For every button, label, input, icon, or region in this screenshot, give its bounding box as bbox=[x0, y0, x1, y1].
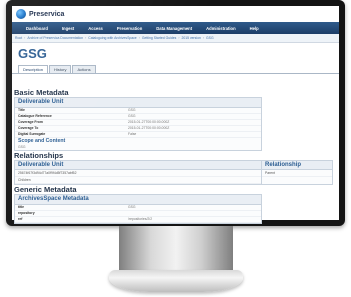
metadata-key: Catalogue Reference bbox=[18, 114, 52, 118]
breadcrumb-separator-icon: › bbox=[138, 36, 140, 40]
breadcrumb-item[interactable]: Root bbox=[15, 36, 22, 40]
breadcrumb-separator-icon: › bbox=[24, 36, 26, 40]
monitor-stand-neck bbox=[119, 226, 233, 274]
page-title: GSG bbox=[18, 46, 47, 61]
tab-history[interactable]: History bbox=[49, 65, 72, 73]
breadcrumb-item[interactable]: GSG bbox=[206, 36, 214, 40]
tab-description[interactable]: Description bbox=[18, 65, 49, 73]
metadata-key: repository bbox=[18, 211, 35, 215]
breadcrumb-item[interactable]: Archive of Preservica Documentation bbox=[27, 36, 83, 40]
metadata-value: 2015-01-27T00:00:00.000Z bbox=[128, 120, 170, 124]
deliverable-unit-panel: Deliverable Unit Title GSG Catalogue Ref… bbox=[14, 97, 262, 151]
breadcrumb-item[interactable]: 2015 version bbox=[181, 36, 200, 40]
archivesspace-panel: ArchivesSpace Metadata title GSG reposit… bbox=[14, 194, 262, 224]
preservica-logo-icon bbox=[16, 9, 26, 19]
nav-help[interactable]: Help bbox=[250, 26, 259, 31]
archivesspace-title: ArchivesSpace Metadata bbox=[15, 195, 261, 205]
scope-content-value: GSG bbox=[18, 145, 26, 149]
app-header: Preservica bbox=[12, 6, 339, 22]
metadata-key: Title bbox=[18, 108, 25, 112]
relationship-type: Parent bbox=[262, 170, 332, 177]
tab-bar: Description History Actions bbox=[12, 64, 339, 74]
breadcrumb: Root › Archive of Preservica Documentati… bbox=[12, 34, 339, 43]
relationship-unit-link[interactable]: 25674f67f3d94d77a0f9f4d5f7357abf52 bbox=[15, 170, 261, 177]
metadata-content: Basic Metadata Deliverable Unit Title GS… bbox=[14, 88, 333, 224]
metadata-key: Coverage To bbox=[18, 126, 39, 130]
metadata-value bbox=[128, 211, 261, 216]
metadata-row: ref /repositories/2/2 bbox=[15, 217, 261, 223]
metadata-value: 2015-01-27T00:00:00.000Z bbox=[128, 126, 170, 130]
nav-access[interactable]: Access bbox=[88, 26, 103, 31]
deliverable-unit-title: Deliverable Unit bbox=[15, 98, 261, 108]
relationships-heading: Relationships bbox=[14, 151, 64, 160]
scope-content-heading: Scope and Content bbox=[18, 138, 66, 144]
nav-data-management[interactable]: Data Management bbox=[156, 26, 192, 31]
generic-metadata-heading: Generic Metadata bbox=[14, 185, 77, 194]
relationships-left-header: Deliverable Unit bbox=[15, 161, 261, 170]
nav-dashboard[interactable]: Dashboard bbox=[26, 26, 48, 31]
breadcrumb-separator-icon: › bbox=[178, 36, 180, 40]
relationship-children: Children bbox=[15, 177, 261, 184]
relationships-right-column: Relationship Parent bbox=[262, 160, 333, 185]
relationships-right-header: Relationship bbox=[262, 161, 332, 170]
tab-actions[interactable]: Actions bbox=[72, 65, 96, 73]
metadata-value: GSG bbox=[128, 205, 136, 209]
metadata-key: Digital Surrogate bbox=[18, 132, 46, 136]
main-navbar: Dashboard Ingest Access Preservation Dat… bbox=[12, 22, 339, 34]
metadata-value[interactable]: False bbox=[128, 132, 261, 137]
breadcrumb-item[interactable]: Getting Started Guides bbox=[142, 36, 177, 40]
breadcrumb-separator-icon: › bbox=[85, 36, 87, 40]
relationships-table: Deliverable Unit 25674f67f3d94d77a0f9f4d… bbox=[14, 160, 333, 185]
monitor-stand-base bbox=[109, 270, 243, 292]
nav-administration[interactable]: Administration bbox=[206, 26, 236, 31]
metadata-value: GSG bbox=[128, 114, 136, 118]
nav-ingest[interactable]: Ingest bbox=[62, 26, 74, 31]
metadata-key: ref bbox=[18, 217, 23, 221]
relationships-left-column: Deliverable Unit 25674f67f3d94d77a0f9f4d… bbox=[14, 160, 262, 185]
breadcrumb-item[interactable]: Cataloguing with ArchivesSpace bbox=[88, 36, 136, 40]
nav-preservation[interactable]: Preservation bbox=[117, 26, 142, 31]
monitor-bezel: Preservica Dashboard Ingest Access Prese… bbox=[6, 0, 345, 226]
breadcrumb-separator-icon: › bbox=[202, 36, 205, 40]
metadata-value: GSG bbox=[128, 108, 136, 112]
metadata-key: title bbox=[18, 205, 25, 209]
app-logo-text: Preservica bbox=[29, 10, 65, 18]
metadata-value: /repositories/2/2 bbox=[128, 217, 153, 221]
metadata-key: Coverage From bbox=[18, 120, 43, 124]
basic-metadata-heading: Basic Metadata bbox=[14, 88, 69, 97]
